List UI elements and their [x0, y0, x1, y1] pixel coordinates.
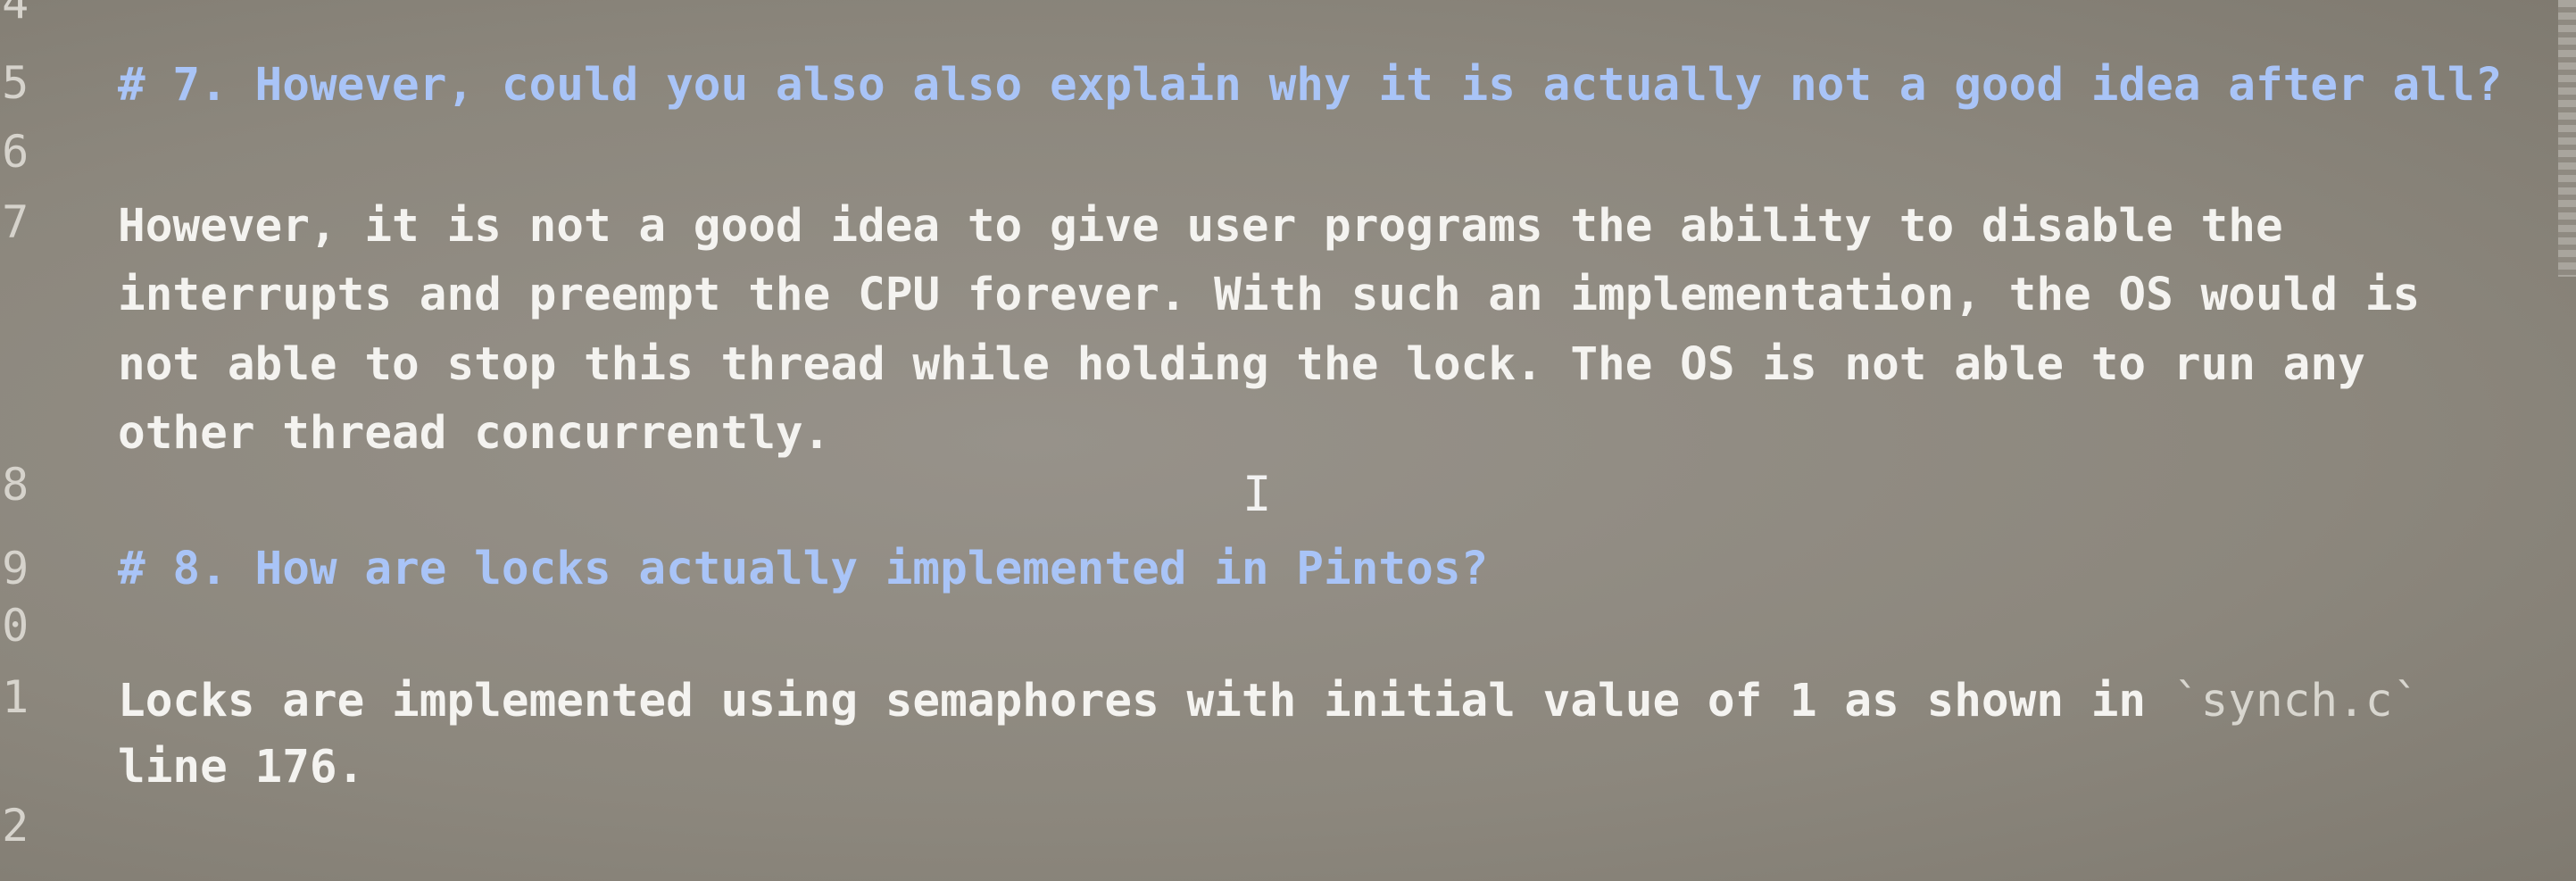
answer-7-line: not able to stop this thread while holdi…	[118, 338, 2365, 391]
line-number: 99	[0, 543, 29, 594]
answer-8-line: line 176.	[118, 741, 365, 794]
answer-8-text: Locks are implemented using semaphores w…	[118, 675, 2173, 727]
line-number: 01	[0, 671, 29, 723]
heading-question-8: # 8. How are locks actually implemented …	[118, 543, 1489, 595]
line-number: 95	[0, 57, 29, 109]
line-number: 96	[0, 126, 29, 178]
heading-question-7: # 7. However, could you also also explai…	[118, 59, 2503, 112]
line-number: 02	[0, 800, 29, 852]
line-number: 94	[0, 0, 29, 29]
editor-pane[interactable]: 94 95 96 97 98 99 00 01 02 # 7. However,…	[0, 0, 2576, 881]
answer-8-line: Locks are implemented using semaphores w…	[118, 678, 2420, 724]
line-number: 98	[0, 459, 29, 511]
line-number: 97	[0, 196, 29, 248]
inline-code: `synch.c`	[2173, 675, 2421, 727]
minimap-scrollbar[interactable]	[2558, 0, 2576, 277]
answer-7-line: other thread concurrently.	[118, 407, 831, 460]
answer-7-line: interrupts and preempt the CPU forever. …	[118, 269, 2421, 321]
answer-7-line: However, it is not a good idea to give u…	[118, 200, 2283, 253]
line-number: 00	[0, 600, 29, 652]
text-cursor-icon: I	[1242, 466, 1272, 522]
